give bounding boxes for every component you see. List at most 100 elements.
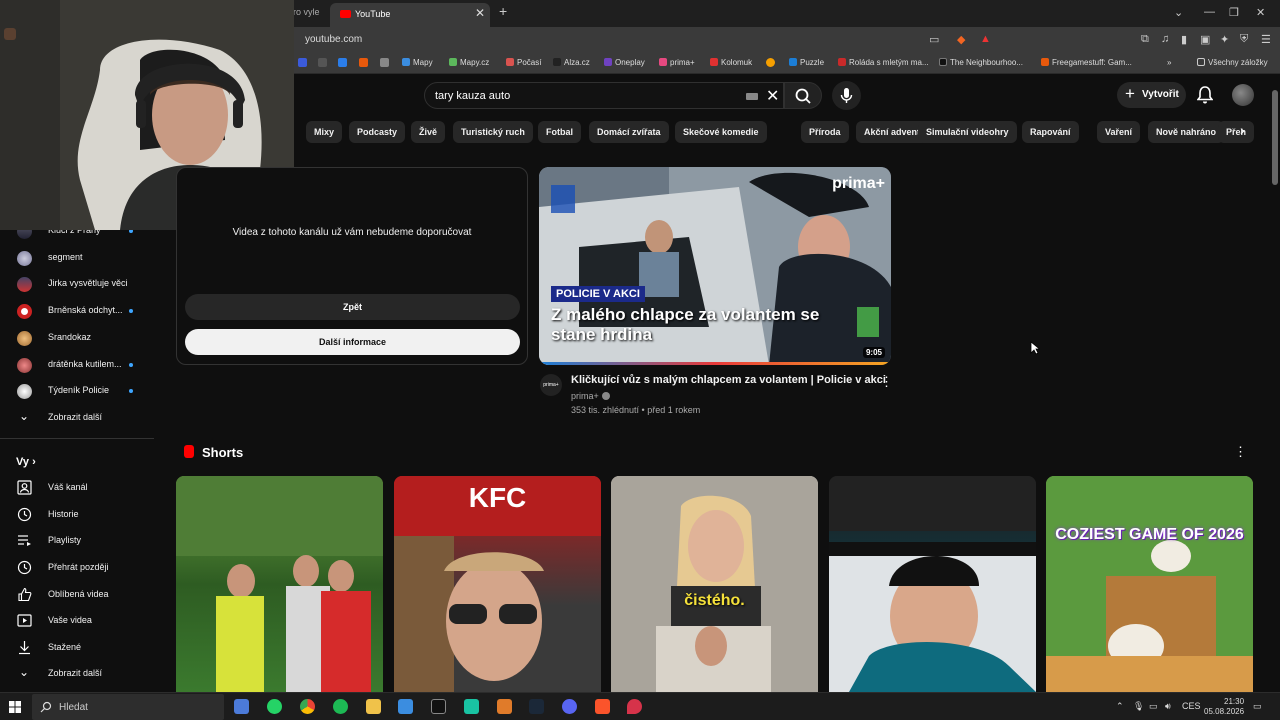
vpn-shield-icon[interactable]: ⛨ xyxy=(1240,33,1248,46)
system-clock[interactable]: 21:30 05.08.2026 xyxy=(1204,697,1244,717)
restore-icon[interactable]: ❐ xyxy=(1229,6,1239,19)
sidebar-you-heading[interactable]: Vy › xyxy=(16,456,36,468)
chip-live[interactable]: Živě xyxy=(411,121,446,143)
brave-icon[interactable] xyxy=(595,699,610,714)
whatsapp-icon[interactable] xyxy=(267,699,282,714)
channel-avatar[interactable]: prima+ xyxy=(540,374,562,396)
chip-more[interactable]: Přeh xyxy=(1218,121,1255,143)
file-explorer-icon[interactable] xyxy=(366,699,381,714)
sidebar-item-subscription[interactable]: Týdeník Policie xyxy=(0,379,154,403)
bookmark-mapy[interactable]: Mapy xyxy=(402,58,433,67)
short-thumbnail[interactable] xyxy=(829,476,1036,692)
create-button[interactable]: + Vytvořit xyxy=(1117,82,1186,108)
tray-chevron-icon[interactable]: ⌃ xyxy=(1116,701,1124,712)
bookmarks-more-icon[interactable]: » xyxy=(1167,58,1171,67)
app-icon[interactable] xyxy=(497,699,512,714)
bookmark-icon[interactable] xyxy=(380,58,389,67)
leo-ai-icon[interactable]: ✦ xyxy=(1220,33,1229,46)
close-window-icon[interactable]: ✕ xyxy=(1256,6,1265,19)
sidebar-item-downloads[interactable]: Stažené xyxy=(0,636,154,660)
sidebar-item-subscription[interactable]: Srandokaz xyxy=(0,326,154,350)
short-thumbnail[interactable] xyxy=(176,476,383,692)
bookmark-icon[interactable] xyxy=(298,58,307,67)
app-icon[interactable] xyxy=(398,699,413,714)
sidebar-item-subscription[interactable]: Brněnská odchyt... xyxy=(0,299,154,323)
network-icon[interactable]: ▭ xyxy=(1149,701,1158,712)
chip-cooking[interactable]: Vaření xyxy=(1097,121,1141,143)
keyboard-icon[interactable] xyxy=(746,93,758,100)
tab-search-chevron-icon[interactable]: ⌄ xyxy=(1174,6,1183,19)
page-scrollbar[interactable] xyxy=(1270,75,1280,692)
steam-icon[interactable] xyxy=(529,699,544,714)
bookmark-oneplay[interactable]: Oneplay xyxy=(604,58,645,67)
taskbar-search[interactable]: Hledat xyxy=(32,694,224,720)
search-input[interactable]: tary kauza auto ✕ xyxy=(424,82,784,109)
bookmark-neighbourhood[interactable]: The Neighbourhoo... xyxy=(939,58,1023,67)
bookmark-icon[interactable] xyxy=(318,58,327,67)
close-tab-icon[interactable]: ✕ xyxy=(475,6,485,20)
bookmark-icon[interactable] xyxy=(338,58,347,67)
language-indicator[interactable]: CES xyxy=(1182,701,1201,711)
volume-icon[interactable]: 🔊︎ xyxy=(1165,701,1171,712)
bookmark-freegamestuff[interactable]: Freegamestuff: Gam... xyxy=(1041,58,1132,67)
brave-shield-icon[interactable]: ◆ xyxy=(957,33,965,46)
chrome-icon[interactable] xyxy=(300,699,315,714)
brave-rewards-icon[interactable]: ▲ xyxy=(980,33,991,45)
chip-sketch-comedy[interactable]: Skečové komedie xyxy=(675,121,767,143)
sidebar-item-your-videos[interactable]: Vaše videa xyxy=(0,609,154,633)
more-actions-icon[interactable]: ⋮ xyxy=(1234,444,1247,460)
wallet-icon[interactable]: ▣ xyxy=(1200,33,1210,46)
minimize-icon[interactable]: — xyxy=(1204,6,1215,18)
search-button[interactable] xyxy=(784,82,822,109)
chrome-icon[interactable] xyxy=(766,58,775,67)
undo-button[interactable]: Zpět xyxy=(185,294,520,320)
chip-football[interactable]: Fotbal xyxy=(538,121,581,143)
bookmark-pocasi[interactable]: Počasí xyxy=(506,58,541,67)
sidebar-item-history[interactable]: Historie xyxy=(0,503,154,527)
clear-search-icon[interactable]: ✕ xyxy=(766,86,779,106)
chip-recently-uploaded[interactable]: Nově nahráno xyxy=(1148,121,1225,143)
sidebar-item-subscription[interactable]: Jirka vysvětluje věci xyxy=(0,272,154,296)
chip-rap[interactable]: Rapování xyxy=(1022,121,1079,143)
sidebar-item-playlists[interactable]: Playlisty xyxy=(0,529,154,553)
media-icon[interactable]: ♫ xyxy=(1161,33,1169,45)
bookmark-prima[interactable]: prima+ xyxy=(659,58,695,67)
sidebar-item-subscription[interactable]: drátěnka kutilem... xyxy=(0,353,154,377)
chip-tourism[interactable]: Turistický ruch xyxy=(453,121,533,143)
app-icon[interactable] xyxy=(431,699,446,714)
video-thumbnail[interactable]: prima+ POLICIE V AKCI Z malého chlapce z… xyxy=(539,167,891,365)
account-avatar[interactable] xyxy=(1232,84,1254,106)
sidebar-item-watch-later[interactable]: Přehrát později xyxy=(0,556,154,580)
microphone-icon[interactable]: 🎙︎ xyxy=(1133,701,1144,712)
scrollbar-thumb[interactable] xyxy=(1272,90,1278,185)
sidebar-show-more[interactable]: ⌄ Zobrazit další xyxy=(0,406,154,430)
chip-pets[interactable]: Domácí zvířata xyxy=(589,121,669,143)
task-view-icon[interactable] xyxy=(234,699,249,714)
chip-podcasts[interactable]: Podcasty xyxy=(349,121,406,143)
chip-simulation-games[interactable]: Simulační videohry xyxy=(918,121,1017,143)
chip-nature[interactable]: Příroda xyxy=(801,121,849,143)
bookmark-puzzle[interactable]: Puzzle xyxy=(789,58,824,67)
app-icon[interactable] xyxy=(627,699,642,714)
windows-start-icon[interactable] xyxy=(9,701,21,713)
short-thumbnail[interactable]: KFC xyxy=(394,476,601,692)
chip-mixes[interactable]: Mixy xyxy=(306,121,343,143)
more-info-button[interactable]: Další informace xyxy=(185,329,520,355)
bookmark-mapy-cz[interactable]: Mapy.cz xyxy=(449,58,489,67)
discord-icon[interactable] xyxy=(562,699,577,714)
bookmark-alza[interactable]: Alza.cz xyxy=(553,58,590,67)
video-channel[interactable]: prima+ xyxy=(571,391,610,401)
bookmark-rolada[interactable]: Roláda s mletým ma... xyxy=(838,58,929,67)
more-actions-icon[interactable]: ⋮ xyxy=(880,374,893,390)
notifications-bell-icon[interactable] xyxy=(1197,86,1213,104)
sidebar-show-more[interactable]: ⌄ Zobrazit další xyxy=(0,662,154,686)
short-thumbnail[interactable]: COZIEST GAME OF 2026 xyxy=(1046,476,1253,692)
sidebar-item-your-channel[interactable]: Váš kanál xyxy=(0,476,154,500)
app-icon[interactable] xyxy=(464,699,479,714)
chevron-right-icon[interactable]: › xyxy=(1240,122,1245,138)
short-thumbnail[interactable]: čistého. xyxy=(611,476,818,692)
cast-icon[interactable]: ▭ xyxy=(929,33,939,46)
bookmark-kolomuk[interactable]: Kolomuk xyxy=(710,58,752,67)
all-bookmarks[interactable]: Všechny záložky xyxy=(1197,58,1268,67)
previous-tab-label[interactable]: ro vyle xyxy=(293,7,320,17)
